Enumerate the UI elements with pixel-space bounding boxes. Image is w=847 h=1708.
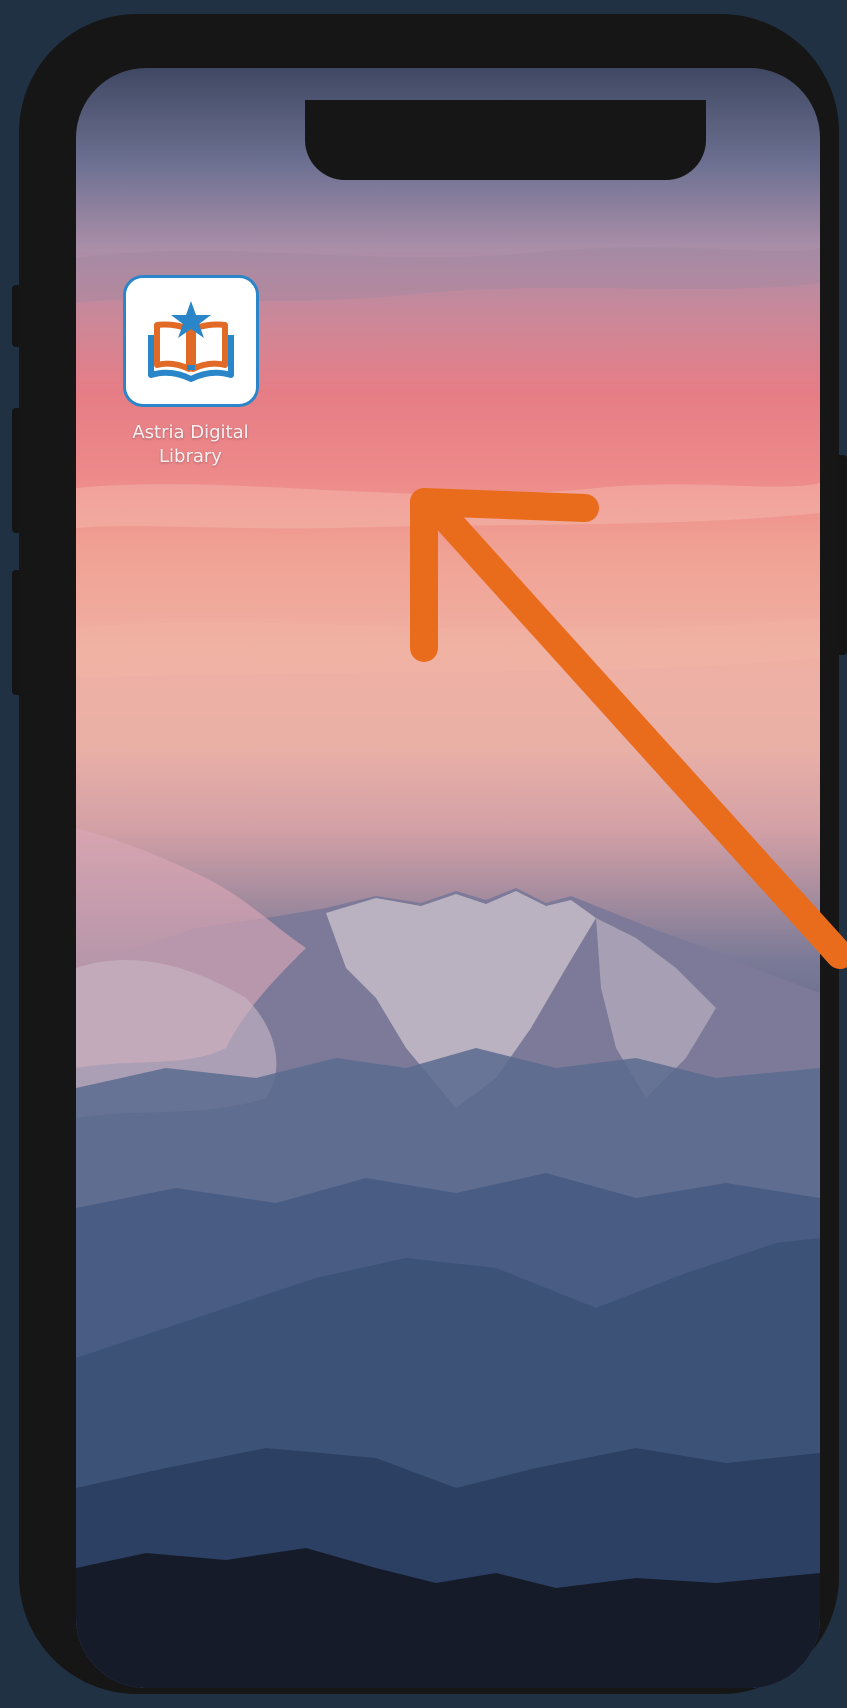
- phone-frame: Astria Digital Library: [19, 14, 839, 1694]
- home-screen: Astria Digital Library: [76, 68, 820, 1688]
- notch: [305, 100, 706, 180]
- book-star-icon: [147, 301, 234, 382]
- canvas: Astria Digital Library: [0, 0, 847, 1708]
- astria-library-icon[interactable]: [122, 275, 259, 407]
- app-label: Astria Digital Library: [132, 422, 249, 467]
- app-astria-digital-library[interactable]: Astria Digital Library: [118, 275, 263, 469]
